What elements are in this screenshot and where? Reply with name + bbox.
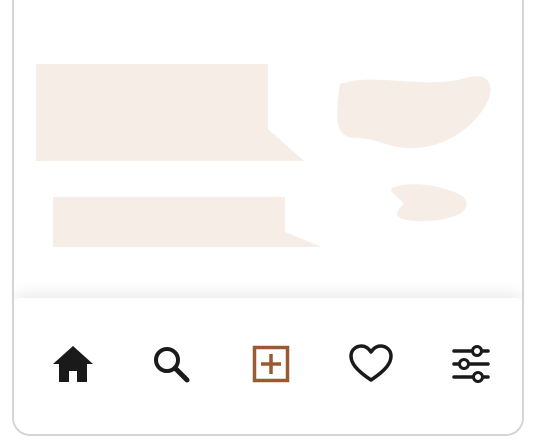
home-icon [53, 346, 93, 382]
nav-add-post-button[interactable] [246, 339, 296, 389]
nav-favorites-button[interactable] [346, 339, 396, 389]
placeholder-shapes [36, 64, 491, 247]
bottom-nav-bar [14, 298, 522, 434]
app-frame [12, 0, 524, 436]
search-icon [154, 347, 190, 383]
nav-filters-button[interactable] [446, 339, 496, 389]
placeholder-blob-large [337, 76, 491, 149]
add-post-icon [252, 345, 290, 383]
nav-home-button[interactable] [48, 339, 98, 389]
sliders-icon [452, 345, 490, 383]
nav-search-button[interactable] [146, 339, 196, 389]
placeholder-block-small [53, 197, 322, 247]
placeholder-blob-small [391, 184, 467, 222]
placeholder-block-large [36, 64, 304, 161]
heart-icon [349, 344, 393, 382]
